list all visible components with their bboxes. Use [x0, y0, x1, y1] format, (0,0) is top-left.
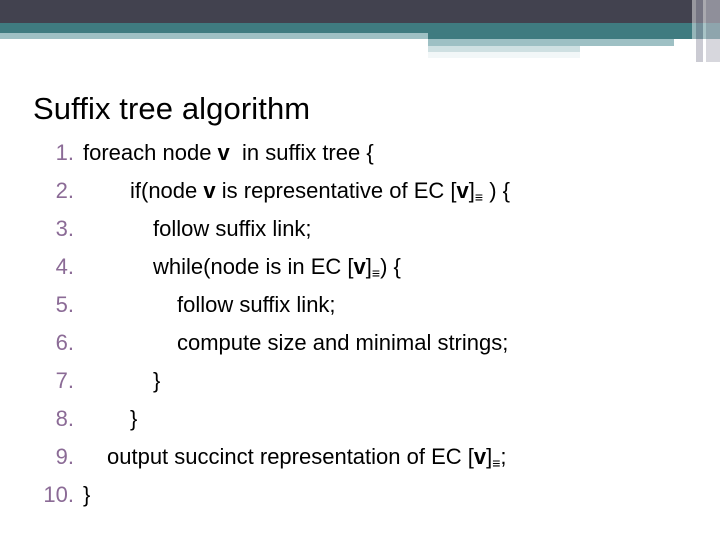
code-line-number: 3. [55, 216, 74, 241]
code-variable: v [217, 140, 230, 165]
code-line: 8.} [34, 400, 704, 438]
code-variable: v [203, 178, 216, 203]
code-token: ) { [483, 178, 510, 203]
code-line-number: 9. [55, 444, 74, 469]
code-line-text: } [83, 362, 160, 400]
code-token: in suffix tree { [229, 140, 374, 165]
code-line-number: 2. [55, 178, 74, 203]
code-token: foreach node [83, 140, 218, 165]
code-line: 1. foreach node v in suffix tree { [34, 134, 704, 172]
code-line-text: follow suffix link; [83, 210, 312, 248]
code-line-text: } [83, 400, 137, 438]
header-banner [0, 0, 720, 62]
code-line-text: output succinct representation of EC [v]… [83, 438, 507, 482]
header-vertical-stripe-2 [696, 0, 703, 62]
code-line-number: 1. [55, 140, 74, 165]
code-token: } [153, 368, 161, 393]
code-line-number: 5. [55, 292, 74, 317]
algorithm-code-list: 1. foreach node v in suffix tree { 2. if(no… [34, 134, 704, 514]
header-pale-band-left [0, 33, 428, 39]
code-token: compute size and minimal strings; [177, 330, 509, 355]
header-teal-band [0, 23, 720, 33]
code-line: 4. while(node is in EC [v]≡) { [34, 248, 704, 286]
header-vertical-stripe-4 [706, 0, 720, 62]
code-token: if(node [130, 178, 204, 203]
code-line-text: foreach node v in suffix tree { [83, 134, 374, 172]
code-variable: v [473, 444, 487, 469]
code-line-number: 10. [43, 482, 74, 507]
code-token: ; [500, 444, 507, 469]
code-subscript: ≡ [474, 189, 484, 206]
code-line-number: 8. [55, 406, 74, 431]
code-variable: v [353, 254, 366, 279]
code-token: } [130, 406, 138, 431]
code-token: follow suffix link; [177, 292, 336, 317]
code-line: 7.} [34, 362, 704, 400]
code-line-number: 7. [55, 368, 74, 393]
code-line-text: } [83, 476, 90, 514]
header-dark-band [0, 0, 720, 23]
code-variable: v [456, 178, 469, 203]
code-line: 2. if(node v is representative of EC [v]≡… [34, 172, 704, 210]
code-token: output succinct representation of EC [ [107, 444, 474, 469]
page-title: Suffix tree algorithm [33, 90, 311, 126]
code-line: 6. compute size and minimal strings; [34, 324, 704, 362]
code-line: 9. output succinct representation of EC [… [34, 438, 704, 476]
code-token: while(node is in EC [ [153, 254, 354, 279]
header-pale-band-right [428, 39, 674, 46]
header-faint-band-two [428, 52, 580, 58]
code-token: is representative of EC [ [215, 178, 457, 203]
code-token: ) { [380, 254, 401, 279]
code-line-number: 4. [55, 254, 74, 279]
code-token: } [83, 482, 91, 507]
code-token: follow suffix link; [153, 216, 312, 241]
code-line-number: 6. [55, 330, 74, 355]
code-line-text: follow suffix link; [83, 286, 336, 324]
code-subscript: ≡ [371, 265, 381, 282]
code-line-text: compute size and minimal strings; [83, 324, 508, 362]
